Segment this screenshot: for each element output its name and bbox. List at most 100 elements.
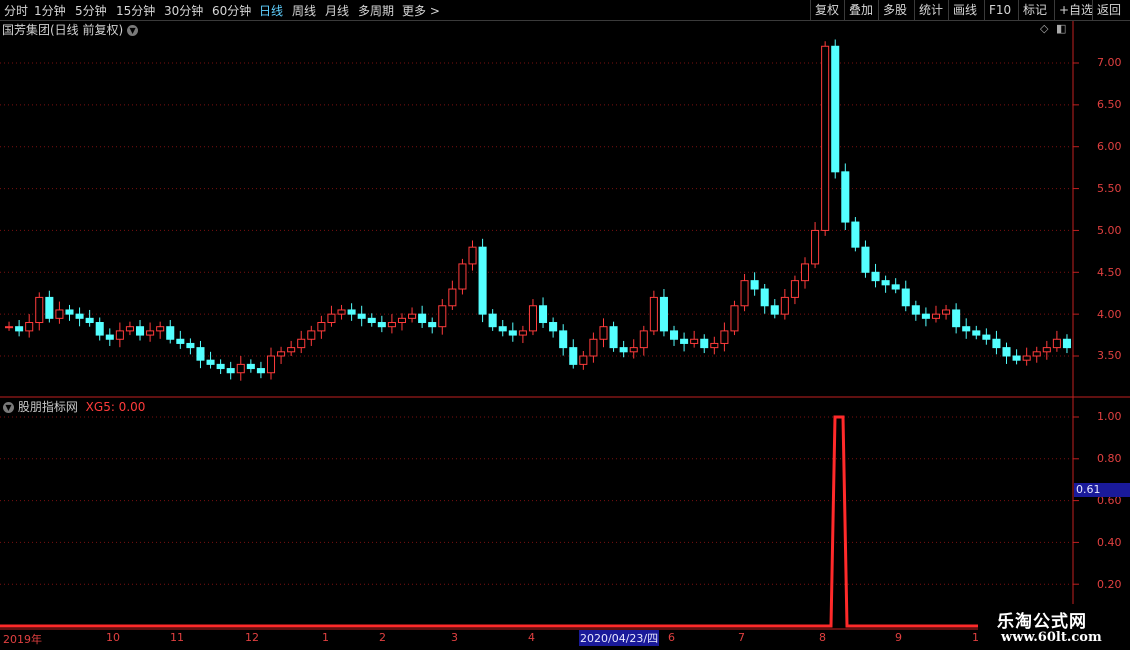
candle-body — [458, 263, 467, 290]
x-label: 1 — [322, 631, 329, 644]
candle-body — [146, 330, 155, 336]
candle-body — [811, 229, 820, 265]
candle-body — [246, 363, 255, 370]
y-tick: 4.00 — [1097, 308, 1122, 321]
candle-body — [1042, 347, 1051, 353]
candle-body — [911, 305, 920, 315]
cursor-date-label: 2020/04/23/四 — [579, 630, 660, 646]
candle-body — [307, 330, 316, 340]
candle-body — [408, 313, 417, 319]
candle-body — [750, 280, 759, 290]
candle-body — [700, 338, 709, 349]
candle-body — [297, 338, 306, 349]
candle-body — [639, 330, 648, 349]
ind-y-tick: 0.80 — [1097, 452, 1122, 465]
candle-body — [196, 347, 205, 361]
candle-body — [730, 305, 739, 332]
y-tick: 7.00 — [1097, 56, 1122, 69]
candle-body — [549, 322, 558, 332]
candle-body — [619, 347, 628, 353]
candle-body — [891, 284, 900, 290]
candle-body — [790, 280, 799, 298]
candle-body — [327, 313, 336, 324]
candle-body — [569, 347, 578, 365]
candle-body — [15, 326, 24, 332]
candle-body — [397, 317, 407, 324]
candle-body — [851, 221, 860, 248]
candle-body — [1032, 351, 1041, 357]
ind-y-tick: 0.40 — [1097, 536, 1122, 549]
x-label: 12 — [245, 631, 259, 644]
candle-body — [629, 347, 638, 353]
candle-body — [1012, 355, 1021, 361]
candle-body — [45, 296, 54, 319]
candle-body — [85, 317, 94, 324]
candle-body — [277, 351, 286, 357]
candle-body — [418, 313, 427, 324]
chevron-down-icon[interactable]: ▼ — [3, 402, 14, 413]
candle-body — [609, 326, 618, 349]
candle-body — [387, 322, 396, 328]
x-label: 7 — [738, 631, 745, 644]
candle-body — [367, 317, 376, 324]
candle-body — [468, 246, 477, 265]
x-label: 2 — [379, 631, 386, 644]
candle-body — [125, 326, 134, 332]
ind-y-tick: 1.00 — [1097, 410, 1122, 423]
candle-body — [770, 305, 779, 315]
candle-body — [428, 322, 437, 328]
candle-body — [1062, 338, 1071, 349]
x-label: 8 — [819, 631, 826, 644]
candle-body — [55, 309, 64, 319]
y-tick: 6.50 — [1097, 98, 1122, 111]
candle-body — [115, 330, 124, 340]
candle-body — [780, 296, 789, 315]
x-label: 6 — [668, 631, 675, 644]
y-tick: 6.00 — [1097, 140, 1122, 153]
candle-body — [649, 296, 658, 332]
candle-body — [720, 330, 729, 344]
x-label: 3 — [451, 631, 458, 644]
y-tick: 4.50 — [1097, 266, 1122, 279]
candle-body — [962, 326, 971, 332]
x-label: 2019年 — [3, 633, 42, 646]
candle-body — [216, 363, 225, 370]
candle-body — [508, 330, 517, 336]
candle-body — [266, 355, 276, 374]
candle-body — [186, 342, 195, 349]
candle-body — [156, 326, 165, 332]
x-label: 11 — [170, 631, 184, 644]
candle-body — [65, 309, 74, 315]
candle-body — [226, 368, 235, 374]
candle-body — [831, 45, 840, 173]
candle-body — [579, 355, 588, 365]
candle-body — [539, 305, 548, 324]
candle-body — [760, 288, 769, 307]
candle-body — [599, 326, 608, 340]
candle-body — [488, 313, 497, 328]
candle-body — [931, 313, 941, 319]
indicator-source: 股朋指标网 — [17, 400, 78, 414]
candle-body — [518, 330, 527, 336]
indicator-title-row: ▼ 股朋指标网 XG5: 0.00 — [0, 398, 145, 414]
kline-chart — [0, 21, 1130, 630]
watermark-title: 乐淘公式网 — [997, 612, 1087, 632]
candle-body — [337, 309, 346, 315]
candle-body — [740, 280, 749, 307]
candle-body — [800, 263, 810, 282]
candle-body — [347, 309, 356, 315]
candle-body — [871, 271, 880, 282]
candle-body — [256, 368, 265, 374]
candle-body — [105, 334, 114, 340]
candle-body — [135, 326, 145, 336]
candle-body — [448, 288, 457, 307]
candle-body — [206, 359, 215, 365]
watermark-url: www.60lt.com — [1001, 630, 1102, 645]
candle-body — [438, 305, 447, 328]
candle-body — [478, 246, 487, 315]
y-tick: 3.50 — [1097, 349, 1122, 362]
candle-body — [680, 338, 689, 344]
candle-body — [901, 288, 910, 307]
x-label: 10 — [106, 631, 120, 644]
candle-body — [1002, 347, 1011, 357]
